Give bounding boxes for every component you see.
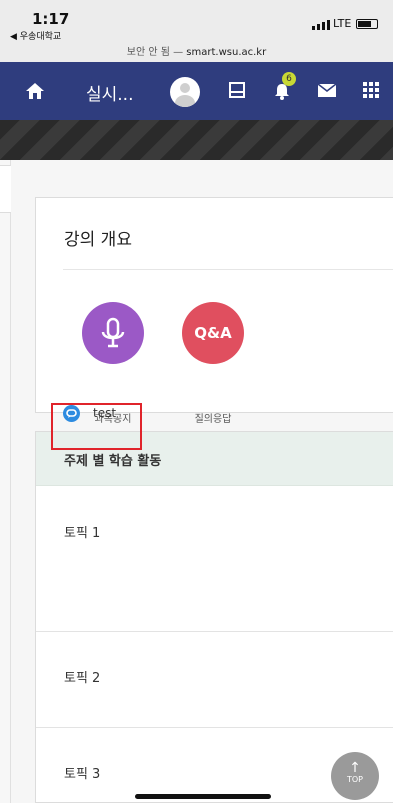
divider	[36, 727, 393, 728]
home-icon[interactable]	[26, 83, 44, 99]
notification-badge: 6	[282, 72, 296, 86]
course-overview-heading: 강의 개요	[64, 230, 132, 250]
notice-button[interactable]	[82, 302, 144, 364]
signal-icon	[312, 20, 330, 30]
mail-icon[interactable]	[318, 84, 336, 97]
top-nav-bar: 실시... 6	[0, 62, 393, 120]
qa-button[interactable]: Q&A	[182, 302, 244, 364]
top-label: TOP	[346, 775, 363, 784]
battery-icon	[356, 19, 378, 29]
grid-menu-icon[interactable]	[363, 82, 379, 98]
contact-card-icon[interactable]	[229, 82, 245, 98]
divider	[63, 269, 393, 270]
page-title: 실시...	[86, 85, 134, 105]
status-bar: 1:17 ◀ 우송대학교 LTE 보안 안 됨 — smart.wsu.ac.k…	[0, 0, 393, 62]
address-bar[interactable]: 보안 안 됨 — smart.wsu.ac.kr	[0, 43, 393, 58]
topic-2-title: 토픽 2	[64, 671, 101, 686]
up-arrow-icon: ↑	[349, 760, 361, 776]
avatar[interactable]	[170, 77, 200, 107]
qa-label: 질의응답	[194, 414, 232, 425]
divider	[36, 631, 393, 632]
url-domain: smart.wsu.ac.kr	[186, 47, 267, 58]
course-banner	[0, 120, 393, 160]
weekly-activities-heading: 주제 별 학습 활동	[64, 454, 162, 469]
main-content: 강의 개요 과목공지 Q&A 질의응답 주제 별 학습 활동 토픽 1 토픽 2…	[11, 160, 393, 803]
network-label: LTE	[333, 17, 352, 30]
scroll-to-top-button[interactable]: ↑ TOP	[331, 752, 379, 800]
status-time: 1:17	[32, 10, 70, 28]
activity-link-test[interactable]: test	[93, 406, 116, 420]
security-warning: 보안 안 됨 —	[126, 47, 187, 58]
microphone-icon	[101, 317, 125, 348]
back-to-app-link[interactable]: ◀ 우송대학교	[10, 29, 61, 42]
topic-3-title: 토픽 3	[64, 767, 101, 782]
topic-1-title: 토픽 1	[64, 526, 101, 541]
chat-bubble-icon[interactable]	[63, 405, 80, 422]
weekly-activities-card: 주제 별 학습 활동 토픽 1 토픽 2 토픽 3	[35, 431, 393, 803]
course-overview-card: 강의 개요 과목공지 Q&A 질의응답	[35, 197, 393, 425]
home-indicator[interactable]	[135, 794, 271, 799]
side-drawer-edge	[0, 160, 11, 803]
